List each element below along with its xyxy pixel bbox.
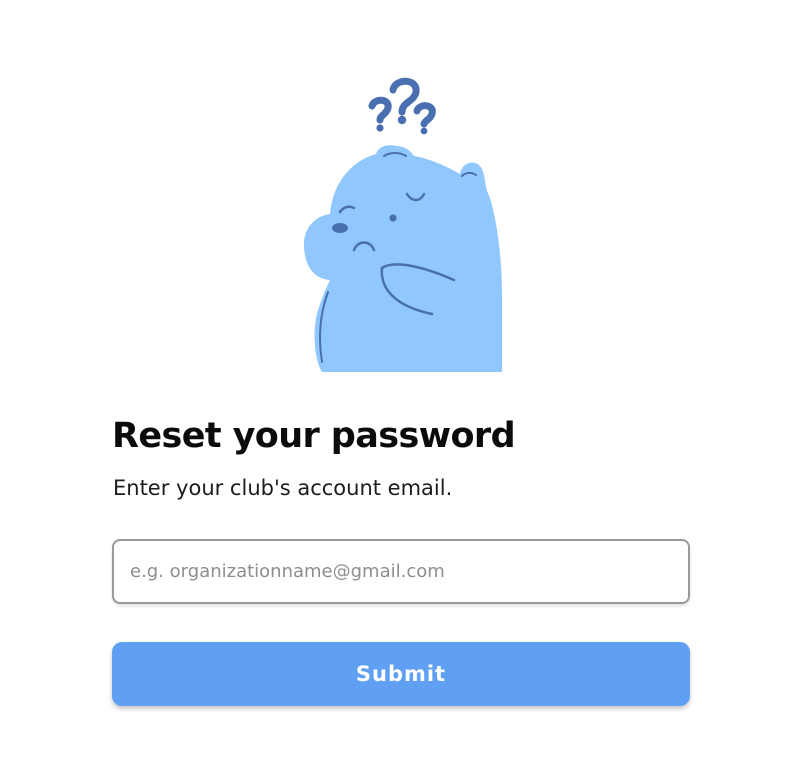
reset-password-page: Reset your password Enter your club's ac…: [0, 0, 808, 775]
submit-button[interactable]: Submit: [112, 642, 690, 706]
page-subtitle: Enter your club's account email.: [113, 476, 453, 500]
confused-bear-illustration: [304, 77, 502, 372]
page-title: Reset your password: [112, 416, 516, 456]
bear-body: [304, 145, 502, 372]
email-field[interactable]: [112, 539, 690, 604]
